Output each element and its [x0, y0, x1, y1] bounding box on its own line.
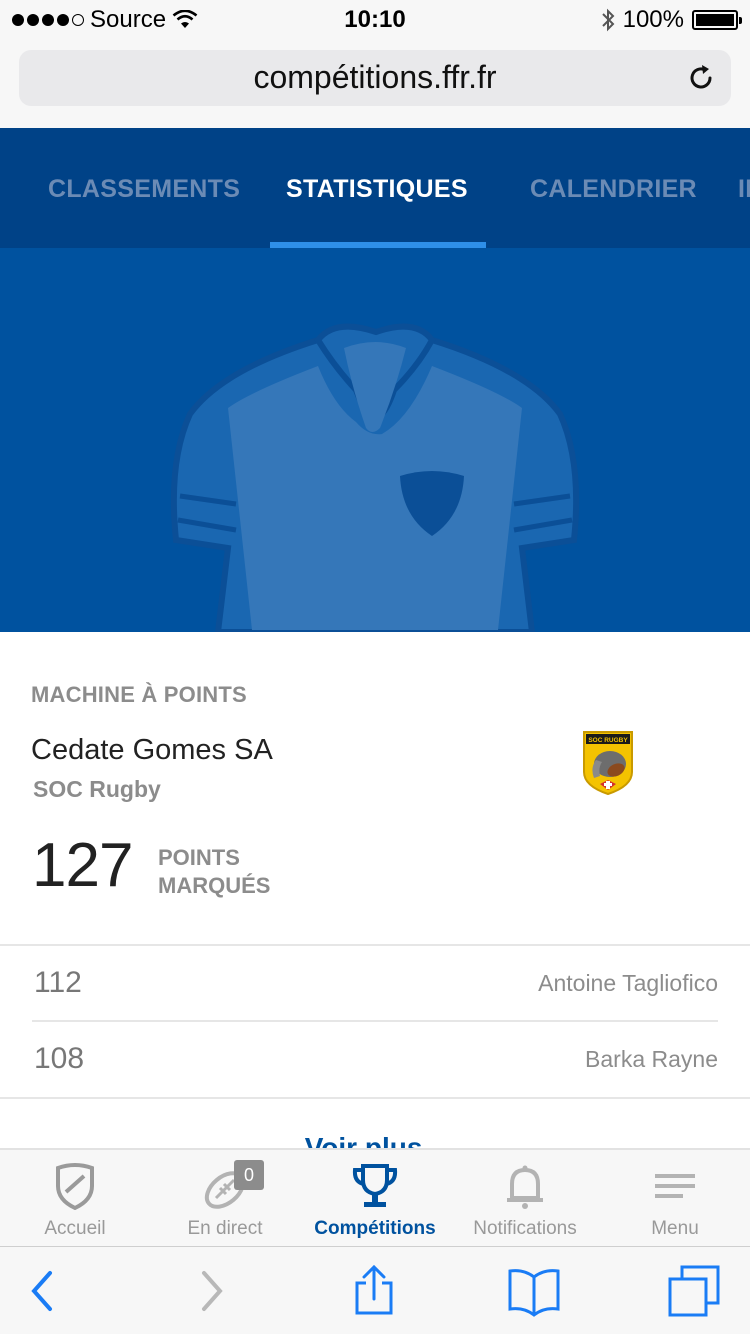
- status-bar: Source 10:10 100%: [0, 0, 750, 40]
- url-text[interactable]: compétitions.ffr.fr: [19, 59, 731, 96]
- leader-points: 127: [32, 831, 133, 900]
- nav-label: En direct: [187, 1218, 263, 1239]
- leader-name[interactable]: Cedate Gomes SA: [31, 734, 273, 767]
- battery-percent: 100%: [622, 6, 684, 33]
- points-label: POINTS MARQUÉS: [158, 844, 270, 900]
- nav-label: Accueil: [44, 1218, 106, 1239]
- nav-label: Notifications: [473, 1218, 577, 1239]
- bell-icon: [507, 1165, 543, 1209]
- nav-accueil[interactable]: Accueil: [0, 1150, 150, 1246]
- reload-icon[interactable]: [685, 62, 717, 94]
- club-logo-text: SOC RUGBY: [588, 737, 628, 744]
- tab-label: IN: [738, 175, 750, 203]
- address-bar[interactable]: compétitions.ffr.fr: [19, 50, 731, 106]
- jersey-icon: [170, 323, 580, 632]
- points-label-line1: POINTS: [158, 845, 240, 870]
- row-score: 108: [34, 1042, 85, 1075]
- nav-label: Compétitions: [314, 1218, 436, 1239]
- tab-label: CLASSEMENTS: [48, 175, 241, 203]
- menu-icon: [655, 1174, 695, 1198]
- nav-en-direct[interactable]: 0 En direct: [150, 1150, 300, 1246]
- tab-label: CALENDRIER: [530, 175, 697, 203]
- forward-icon[interactable]: [186, 1265, 238, 1317]
- nav-label: Menu: [651, 1218, 699, 1239]
- tab-classements[interactable]: CLASSEMENTS: [48, 128, 240, 248]
- back-icon[interactable]: [18, 1265, 70, 1317]
- ranking-row[interactable]: 108 Barka Rayne: [32, 1022, 718, 1098]
- bluetooth-icon: [601, 8, 615, 32]
- divider: [0, 1097, 750, 1099]
- row-player-name: Barka Rayne: [585, 1046, 718, 1072]
- section-tabs: CLASSEMENTS STATISTIQUES CALENDRIER IN: [0, 128, 750, 248]
- stat-category: MACHINE À POINTS: [31, 682, 247, 707]
- club-logo[interactable]: SOC RUGBY: [582, 730, 634, 796]
- hero-banner: [0, 248, 750, 632]
- row-player-name: Antoine Tagliofico: [538, 970, 718, 996]
- points-label-line2: MARQUÉS: [158, 873, 271, 898]
- tabs-icon[interactable]: [668, 1265, 720, 1317]
- nav-menu[interactable]: Menu: [600, 1150, 750, 1246]
- shield-icon: [56, 1163, 94, 1210]
- ranking-row[interactable]: 112 Antoine Tagliofico: [32, 946, 718, 1022]
- nav-notifications[interactable]: Notifications: [450, 1150, 600, 1246]
- share-icon[interactable]: [348, 1265, 400, 1317]
- live-count-badge: 0: [234, 1160, 264, 1190]
- status-right: 100%: [601, 6, 742, 34]
- row-score: 112: [34, 966, 82, 999]
- trophy-icon: [352, 1164, 398, 1207]
- tab-more[interactable]: IN: [738, 128, 750, 248]
- leader-club: SOC Rugby: [33, 776, 161, 802]
- battery-icon: [692, 10, 742, 30]
- stat-card: MACHINE À POINTS Cedate Gomes SA SOC Rug…: [0, 632, 750, 1163]
- nav-competitions[interactable]: Compétitions: [300, 1150, 450, 1246]
- bookmarks-icon[interactable]: [508, 1265, 560, 1317]
- browser-address-area: compétitions.ffr.fr: [0, 40, 750, 128]
- tab-statistiques[interactable]: STATISTIQUES: [270, 128, 486, 248]
- tab-label: STATISTIQUES: [286, 175, 468, 203]
- app-tab-bar: Accueil 0 En direct Compétitions Notific…: [0, 1148, 750, 1246]
- tab-calendrier[interactable]: CALENDRIER: [530, 128, 697, 248]
- browser-toolbar: [0, 1246, 750, 1334]
